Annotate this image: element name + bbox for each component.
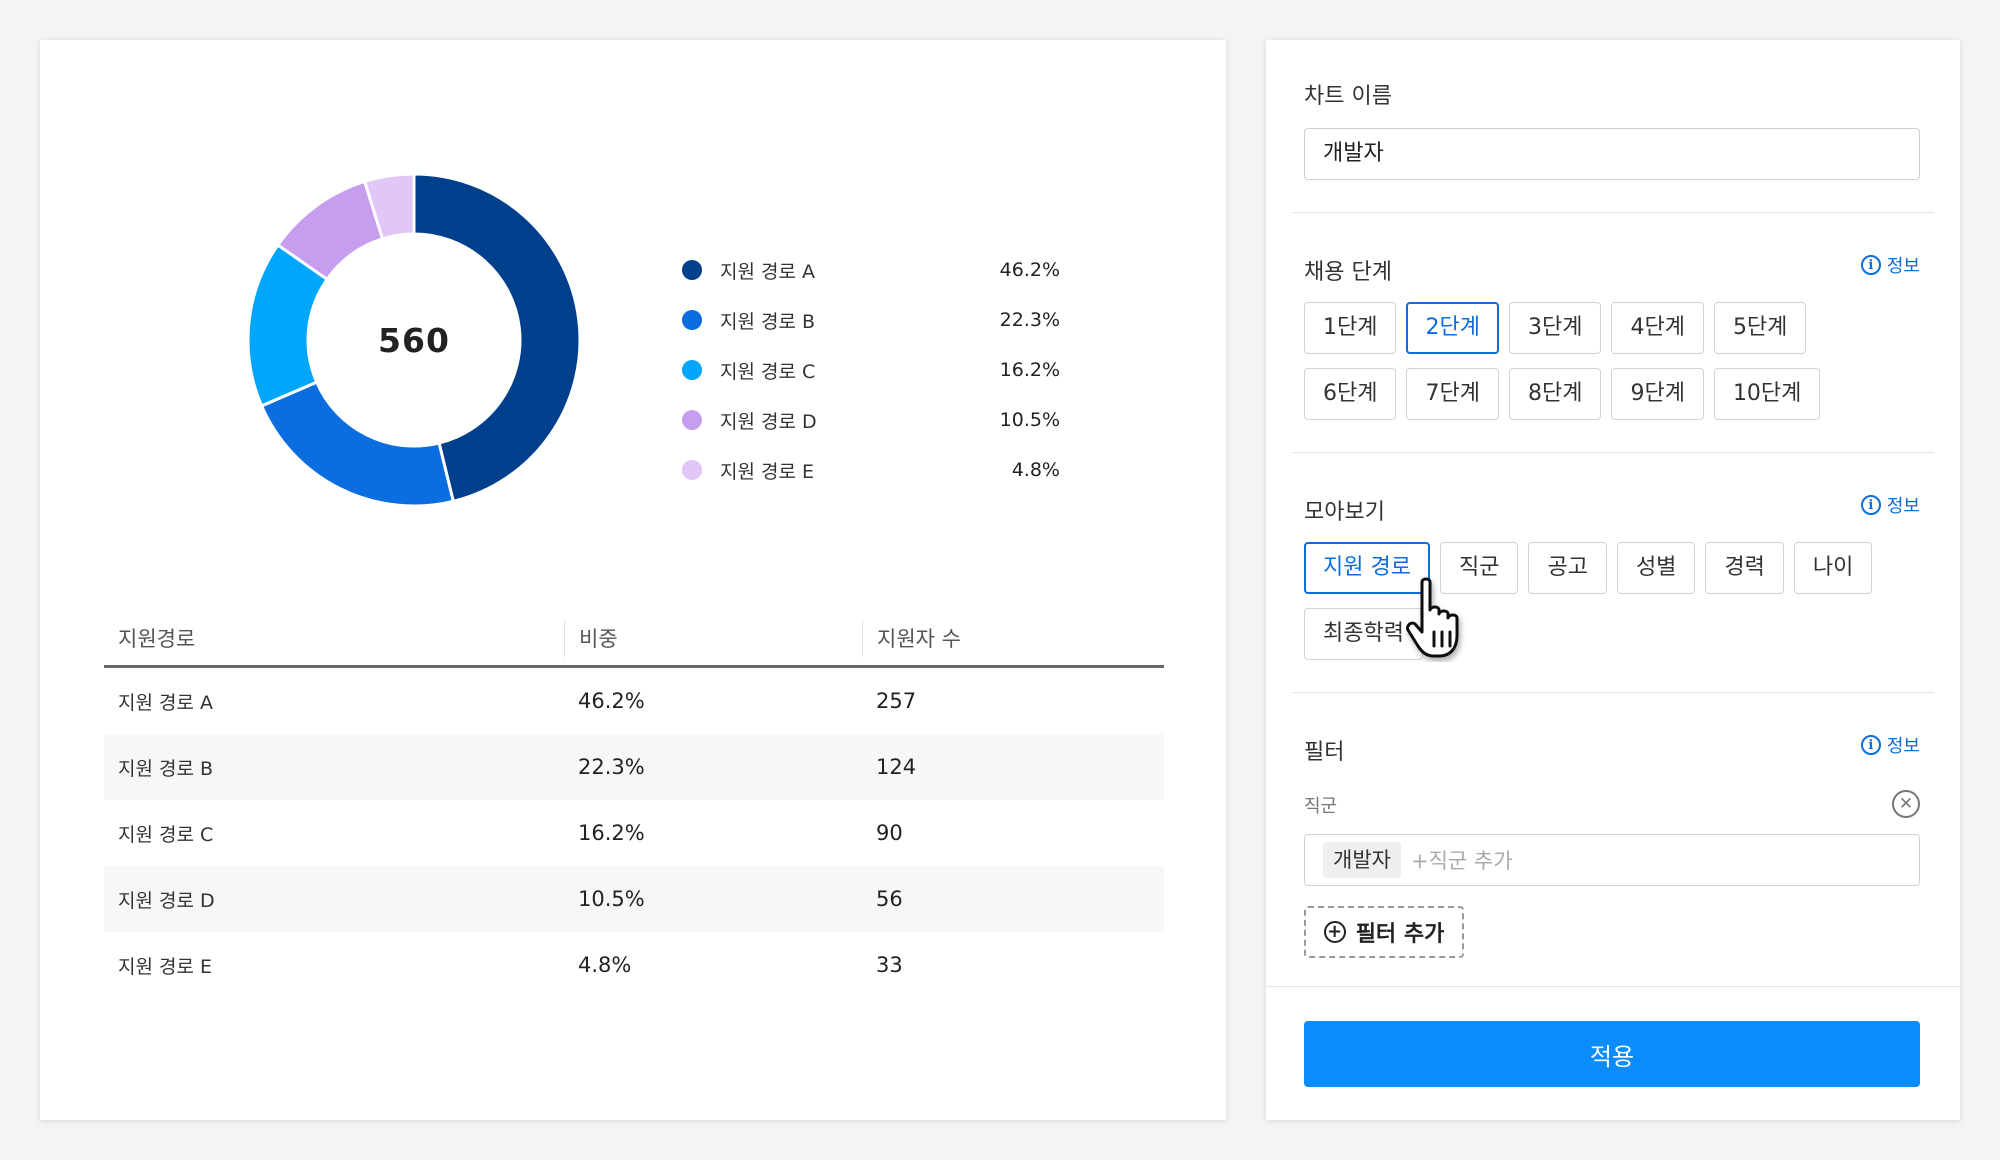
- cell-count: 33: [876, 953, 903, 977]
- cell-route: 지원 경로 A: [118, 691, 213, 714]
- donut-total: 560: [378, 320, 450, 360]
- table-row: 지원 경로 E 4.8% 33: [104, 932, 1164, 998]
- filter-add-placeholder: +직군 추가: [1410, 849, 1513, 873]
- legend-label: 지원 경로 D: [720, 410, 817, 433]
- legend-item[interactable]: 지원 경로 C 16.2%: [680, 345, 1060, 395]
- legend-dot: [682, 360, 702, 380]
- filter-field-label: 직군: [1304, 796, 1338, 817]
- chart-panel: 560 지원 경로 A 46.2% 지원 경로 B 22.3% 지원 경로 C 16.2%…: [40, 40, 1226, 1120]
- donut-chart: 560: [234, 160, 594, 520]
- cell-ratio: 16.2%: [578, 821, 645, 845]
- filter-title: 필터: [1304, 740, 1345, 765]
- cell-ratio: 4.8%: [578, 953, 632, 977]
- legend-label: 지원 경로 B: [720, 310, 816, 333]
- stage-option-chip[interactable]: 8단계: [1508, 368, 1602, 420]
- chart-name-title: 차트 이름: [1304, 84, 1392, 109]
- stage-option-chip[interactable]: 4단계: [1611, 302, 1704, 354]
- cell-route: 지원 경로 D: [118, 889, 215, 912]
- info-icon: i: [1860, 495, 1881, 515]
- group-info-link[interactable]: i 정보: [1860, 492, 1920, 518]
- column-header-count[interactable]: 지원자 수: [862, 620, 1164, 657]
- table-row: 지원 경로 B 22.3% 124: [104, 734, 1164, 800]
- stage-info-label: 정보: [1886, 256, 1920, 277]
- stage-options-row-1: 1단계 2단계 3단계 4단계 5단계: [1304, 302, 1807, 354]
- group-title: 모아보기: [1304, 500, 1385, 525]
- legend-item[interactable]: 지원 경로 A 46.2%: [680, 245, 1060, 295]
- group-option-chip[interactable]: 나이: [1793, 542, 1873, 594]
- group-option-chip[interactable]: 성별: [1616, 542, 1696, 594]
- stage-info-link[interactable]: i 정보: [1860, 252, 1920, 278]
- cell-ratio: 46.2%: [578, 689, 645, 713]
- legend-dot: [682, 310, 702, 330]
- cell-count: 124: [876, 755, 917, 779]
- cell-ratio: 10.5%: [578, 887, 645, 911]
- stage-title: 채용 단계: [1304, 260, 1392, 285]
- legend-label: 지원 경로 A: [720, 260, 815, 283]
- stage-option-chip[interactable]: 9단계: [1611, 368, 1704, 420]
- cell-route: 지원 경로 B: [118, 757, 214, 780]
- legend-value: 16.2%: [999, 359, 1060, 381]
- add-filter-label: 필터 추가: [1355, 922, 1445, 947]
- apply-button[interactable]: 적용: [1304, 1021, 1920, 1087]
- legend-item[interactable]: 지원 경로 D 10.5%: [680, 395, 1060, 445]
- legend-dot: [682, 460, 702, 480]
- plus-circle-icon: +: [1323, 921, 1346, 943]
- cell-route: 지원 경로 E: [118, 955, 213, 978]
- cell-count: 257: [876, 689, 917, 713]
- legend-item[interactable]: 지원 경로 E 4.8%: [680, 445, 1060, 495]
- group-options-row-1: 지원 경로 직군 공고 성별 경력 나이: [1304, 542, 1873, 594]
- stage-option-chip[interactable]: 2단계: [1406, 302, 1499, 354]
- data-table: 지원경로 비중 지원자 수 지원 경로 A 46.2% 257 지원 경로 B 22.3…: [104, 612, 1164, 998]
- table-row: 지원 경로 D 10.5% 56: [104, 866, 1164, 932]
- hand-pointer-cursor-icon: [1406, 577, 1459, 658]
- table-row: 지원 경로 C 16.2% 90: [104, 800, 1164, 866]
- filter-info-label: 정보: [1886, 736, 1920, 757]
- group-info-label: 정보: [1886, 496, 1920, 517]
- cell-ratio: 22.3%: [578, 755, 645, 779]
- info-icon: i: [1860, 735, 1881, 755]
- group-option-chip[interactable]: 경력: [1705, 542, 1784, 594]
- divider: [1292, 452, 1934, 453]
- cell-count: 90: [876, 821, 903, 845]
- chart-legend: 지원 경로 A 46.2% 지원 경로 B 22.3% 지원 경로 C 16.2% 지원 경…: [680, 245, 1060, 495]
- table-row: 지원 경로 A 46.2% 257: [104, 668, 1164, 734]
- filter-info-link[interactable]: i 정보: [1860, 732, 1920, 758]
- table-body: 지원 경로 A 46.2% 257 지원 경로 B 22.3% 124 지원 경로 C 16.…: [104, 668, 1164, 998]
- column-header-route[interactable]: 지원경로: [104, 621, 564, 657]
- stage-option-chip[interactable]: 1단계: [1304, 302, 1397, 354]
- cell-count: 56: [876, 887, 903, 911]
- settings-panel: 차트 이름 개발자 채용 단계 i 정보 1단계 2단계 3단계 4단계 5단계 6단계…: [1266, 40, 1960, 1120]
- divider: [1292, 212, 1934, 213]
- clear-filter-icon[interactable]: ✕: [1892, 790, 1920, 818]
- legend-value: 4.8%: [1011, 459, 1060, 481]
- table-header: 지원경로 비중 지원자 수: [104, 612, 1164, 668]
- filter-tag-input[interactable]: 개발자 +직군 추가: [1304, 834, 1920, 886]
- column-header-ratio[interactable]: 비중: [564, 620, 862, 657]
- group-option-chip[interactable]: 공고: [1528, 542, 1607, 594]
- legend-dot: [682, 260, 702, 280]
- stage-option-chip[interactable]: 3단계: [1508, 302, 1602, 354]
- cell-route: 지원 경로 C: [118, 823, 214, 846]
- panel-footer: 적용: [1266, 986, 1960, 1120]
- divider: [1292, 692, 1934, 693]
- stage-option-chip[interactable]: 6단계: [1304, 368, 1397, 420]
- legend-value: 10.5%: [999, 409, 1060, 431]
- add-filter-button[interactable]: + 필터 추가: [1304, 906, 1464, 958]
- legend-item[interactable]: 지원 경로 B 22.3%: [680, 295, 1060, 345]
- legend-label: 지원 경로 E: [720, 460, 815, 483]
- filter-tag[interactable]: 개발자: [1323, 842, 1401, 878]
- chart-name-input[interactable]: 개발자: [1304, 128, 1920, 180]
- stage-option-chip[interactable]: 7단계: [1406, 368, 1499, 420]
- stage-options-row-2: 6단계 7단계 8단계 9단계 10단계: [1304, 368, 1821, 420]
- stage-option-chip[interactable]: 5단계: [1713, 302, 1807, 354]
- info-icon: i: [1860, 255, 1881, 275]
- legend-value: 46.2%: [999, 259, 1060, 281]
- legend-label: 지원 경로 C: [720, 360, 816, 383]
- legend-dot: [682, 410, 702, 430]
- stage-option-chip[interactable]: 10단계: [1713, 368, 1821, 420]
- legend-value: 22.3%: [999, 309, 1060, 331]
